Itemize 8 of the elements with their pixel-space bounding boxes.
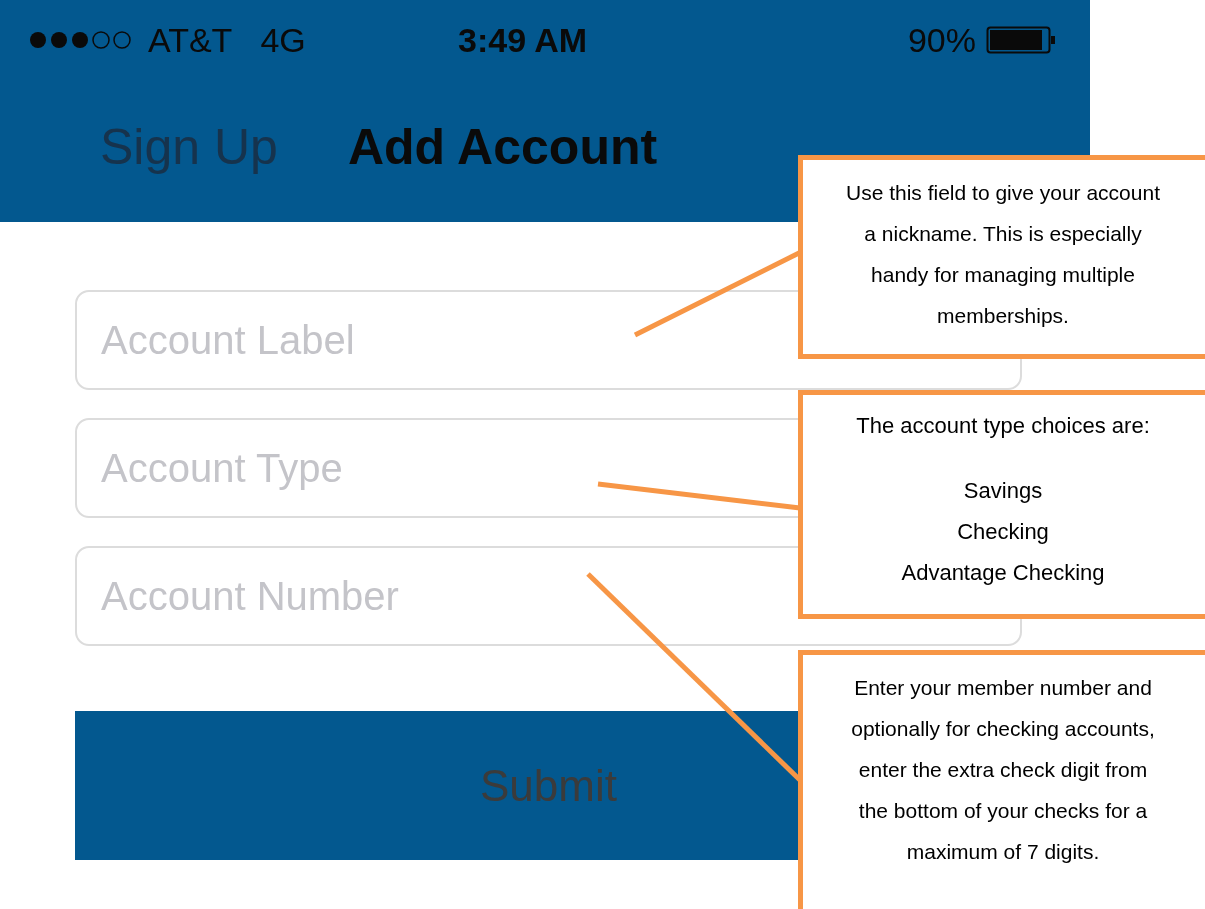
battery-icon (986, 26, 1056, 54)
network-label: 4G (260, 19, 306, 61)
back-button[interactable]: Sign Up (100, 110, 278, 185)
battery-percent: 90% (907, 19, 976, 61)
screen-title: Add Account (347, 118, 658, 177)
signal-icon (28, 30, 134, 50)
clock-time: 3:49 AM (458, 19, 588, 61)
carrier-label: AT&T (148, 19, 233, 61)
